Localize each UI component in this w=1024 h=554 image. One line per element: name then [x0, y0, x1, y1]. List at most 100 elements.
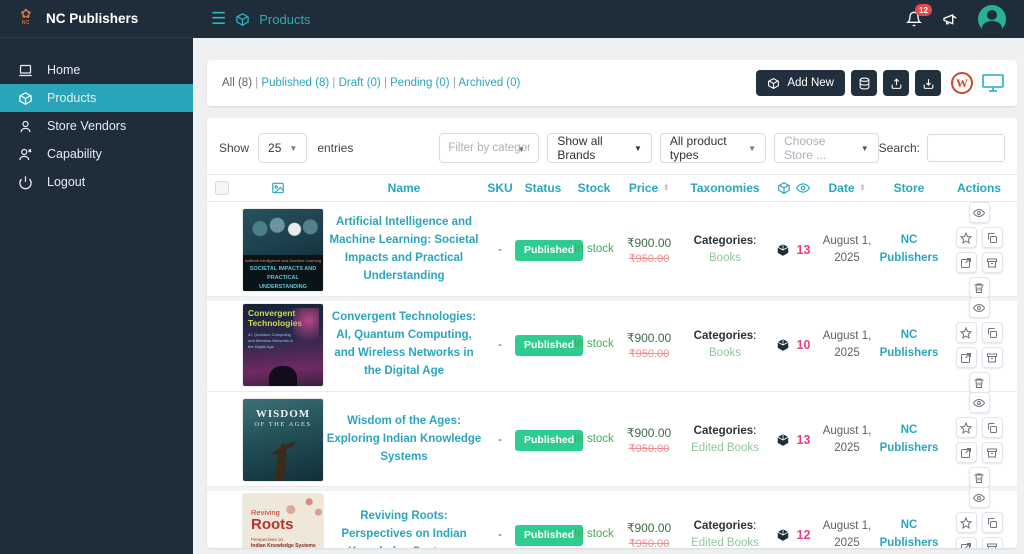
- laptop-icon: [19, 64, 32, 76]
- search-input[interactable]: [927, 134, 1005, 162]
- table-row: Artificial Intelligence and Machine Lear…: [207, 202, 1017, 298]
- delete-button[interactable]: [968, 467, 990, 488]
- sidebar-item-products[interactable]: Products: [0, 84, 193, 112]
- product-name-link[interactable]: Reviving Roots: Perspectives on Indian K…: [323, 508, 485, 548]
- export-button[interactable]: [883, 70, 909, 96]
- delete-button[interactable]: [968, 372, 990, 393]
- sidebar-item-logout[interactable]: Logout: [0, 168, 193, 196]
- edit-button[interactable]: [955, 537, 977, 548]
- category-link[interactable]: Edited Books: [691, 537, 759, 548]
- view-button[interactable]: [968, 202, 990, 223]
- copy-icon: [988, 327, 997, 338]
- view-button[interactable]: [968, 297, 990, 318]
- announcements-icon[interactable]: [942, 11, 958, 27]
- product-thumbnail[interactable]: Reviving Roots Perspectives on Indian Kn…: [243, 494, 323, 548]
- feature-button[interactable]: [955, 417, 977, 438]
- filter-archived[interactable]: Archived (0): [458, 77, 520, 89]
- row-actions: [941, 297, 1017, 393]
- archive-button[interactable]: [981, 537, 1003, 548]
- store-filter-select[interactable]: Choose Store ... ▼: [774, 133, 879, 163]
- bulk-data-button[interactable]: [851, 70, 877, 96]
- sidebar-item-capability[interactable]: Capability: [0, 140, 193, 168]
- brands-filter-button[interactable]: Show all Brands ▼: [547, 133, 652, 163]
- category-link[interactable]: Books: [709, 347, 741, 359]
- duplicate-button[interactable]: [981, 322, 1003, 343]
- scrollbar[interactable]: [1017, 38, 1024, 554]
- star-icon: [960, 231, 972, 244]
- feature-button[interactable]: [955, 322, 977, 343]
- status-filter-links: All (8) | Published (8) | Draft (0) | Pe…: [222, 77, 521, 89]
- edit-button[interactable]: [955, 442, 977, 463]
- product-sku: -: [498, 339, 502, 351]
- sidebar-item-store-vendors[interactable]: Store Vendors: [0, 112, 193, 140]
- product-thumbnail[interactable]: WISDOM OF THE AGES: [243, 399, 323, 481]
- upload-icon: [891, 77, 901, 89]
- header-sku[interactable]: SKU: [485, 181, 515, 195]
- stock-status: In stock: [574, 243, 614, 256]
- delete-button[interactable]: [968, 277, 990, 298]
- feature-button[interactable]: [955, 227, 977, 248]
- filter-draft[interactable]: Draft (0): [339, 77, 381, 89]
- archive-button[interactable]: [981, 442, 1003, 463]
- cube-icon: [777, 529, 788, 541]
- feature-button[interactable]: [955, 512, 977, 533]
- topbar: ✿ NC NC Publishers ☰ Products 12: [0, 0, 1024, 38]
- edit-button[interactable]: [955, 252, 977, 273]
- view-button[interactable]: [968, 392, 990, 413]
- wordpress-icon[interactable]: W: [951, 72, 973, 94]
- header-date[interactable]: Date ▲ ▼: [817, 181, 877, 195]
- duplicate-button[interactable]: [981, 417, 1003, 438]
- row-actions: [941, 392, 1017, 488]
- page-size-select[interactable]: 25 ▼: [258, 133, 308, 163]
- product-date: August 1, 2025: [822, 234, 872, 264]
- menu-toggle-icon[interactable]: ☰: [211, 9, 226, 29]
- filter-pending[interactable]: Pending (0): [390, 77, 449, 89]
- header-stock[interactable]: Stock: [571, 181, 617, 195]
- filter-all[interactable]: All (8): [222, 77, 252, 89]
- storefront-view-button[interactable]: [981, 73, 1005, 93]
- store-link[interactable]: NC Publishers: [877, 517, 941, 548]
- header-taxonomies[interactable]: Taxonomies: [681, 181, 769, 195]
- import-button[interactable]: [915, 70, 941, 96]
- product-name-link[interactable]: Wisdom of the Ages: Exploring Indian Kno…: [323, 413, 485, 466]
- cube-icon: [768, 77, 780, 89]
- product-type-select[interactable]: All product types ▼: [659, 133, 767, 163]
- user-avatar[interactable]: [978, 5, 1006, 33]
- store-link[interactable]: NC Publishers: [877, 422, 941, 458]
- product-name-link[interactable]: Convergent Technologies: AI, Quantum Com…: [323, 309, 485, 380]
- archive-button[interactable]: [981, 252, 1003, 273]
- add-new-button[interactable]: Add New: [756, 70, 845, 96]
- edit-button[interactable]: [955, 347, 977, 368]
- header-count-icons: [769, 181, 817, 195]
- product-thumbnail[interactable]: Convergent Technologies AI, Quantum Comp…: [243, 304, 323, 386]
- archive-button[interactable]: [981, 347, 1003, 368]
- stock-status: In stock: [574, 338, 614, 351]
- filter-published[interactable]: Published (8): [261, 77, 329, 89]
- store-link[interactable]: NC Publishers: [877, 232, 941, 268]
- taxonomies: Categories: Edited Books: [691, 424, 759, 454]
- product-name-link[interactable]: Artificial Intelligence and Machine Lear…: [323, 214, 485, 285]
- notifications-bell-icon[interactable]: 12: [906, 4, 932, 27]
- product-sku: -: [498, 244, 502, 256]
- row-actions: [941, 487, 1017, 548]
- brand: ✿ NC NC Publishers: [0, 0, 193, 38]
- category-link[interactable]: Books: [709, 252, 741, 264]
- sidebar-item-home[interactable]: Home: [0, 56, 193, 84]
- header-name[interactable]: Name: [323, 181, 485, 195]
- product-thumbnail[interactable]: Artificial Intelligence and Machine Lear…: [243, 209, 323, 291]
- products-table-card: Show 25▼ entries ▼ Show all Brands▼ All …: [207, 118, 1017, 548]
- eye-icon: [973, 398, 985, 407]
- view-button[interactable]: [968, 487, 990, 508]
- product-date: August 1, 2025: [822, 329, 872, 359]
- duplicate-button[interactable]: [981, 227, 1003, 248]
- breadcrumb[interactable]: Products: [259, 12, 310, 27]
- header-price[interactable]: Price ▲ ▼: [617, 181, 681, 195]
- select-all-checkbox[interactable]: [215, 181, 229, 195]
- sort-icon: ▲ ▼: [663, 183, 670, 193]
- category-link[interactable]: Edited Books: [691, 442, 759, 454]
- header-store[interactable]: Store: [877, 181, 941, 195]
- store-link[interactable]: NC Publishers: [877, 327, 941, 363]
- header-status[interactable]: Status: [515, 181, 571, 195]
- power-icon: [19, 175, 32, 189]
- duplicate-button[interactable]: [981, 512, 1003, 533]
